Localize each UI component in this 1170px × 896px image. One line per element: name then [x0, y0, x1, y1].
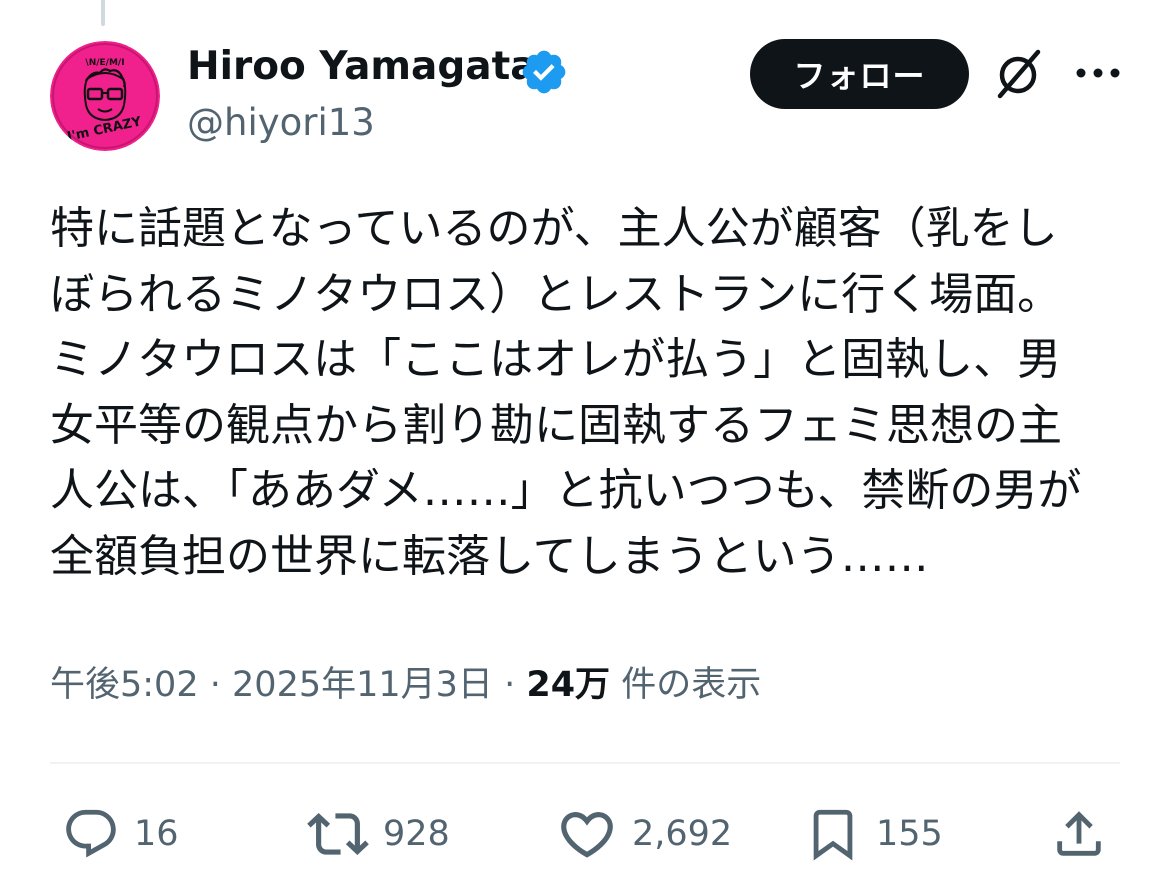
retweet-count: 928 [383, 814, 450, 854]
avatar-text-top: \N/E/M/I [85, 58, 124, 68]
avatar[interactable]: \N/E/M/I I'm CRAZY [50, 41, 160, 151]
grok-icon[interactable] [992, 47, 1046, 101]
share-button[interactable] [1050, 804, 1108, 864]
tweet-time[interactable]: 午後5:02 [50, 665, 199, 705]
reply-button[interactable]: 16 [62, 804, 179, 864]
meta-separator: · [209, 665, 221, 705]
retweet-icon [307, 813, 369, 855]
meta-separator: · [504, 665, 516, 705]
follow-button[interactable]: フォロー [750, 39, 969, 109]
like-button[interactable]: 2,692 [556, 804, 732, 864]
share-icon [1057, 811, 1101, 856]
bookmark-count: 155 [876, 814, 943, 854]
divider [50, 762, 1120, 764]
views-count: 24万 [526, 665, 611, 705]
reply-count: 16 [134, 814, 179, 854]
bookmark-button[interactable]: 155 [804, 804, 943, 864]
tweet-date[interactable]: 2025年11月3日 [232, 665, 493, 705]
views-label: 件の表示 [621, 665, 762, 705]
more-icon[interactable] [1073, 60, 1123, 86]
thread-connector-line [101, 0, 105, 26]
tweet-text: 特に話題となっているのが、主人公が顧客（乳をし ぼられるミノタウロス）とレストラ… [50, 203, 1082, 582]
reply-icon [66, 809, 116, 858]
author-handle[interactable]: @hiyori13 [187, 98, 375, 148]
verified-badge-icon [519, 47, 569, 97]
bookmark-icon [813, 809, 853, 861]
retweet-button[interactable]: 928 [307, 804, 450, 864]
tweet-meta: 午後5:02 · 2025年11月3日 · 24万 件の表示 [50, 660, 761, 710]
like-count: 2,692 [632, 814, 733, 854]
heart-icon [561, 812, 613, 858]
author-display-name[interactable]: Hiroo Yamagata [187, 42, 537, 92]
